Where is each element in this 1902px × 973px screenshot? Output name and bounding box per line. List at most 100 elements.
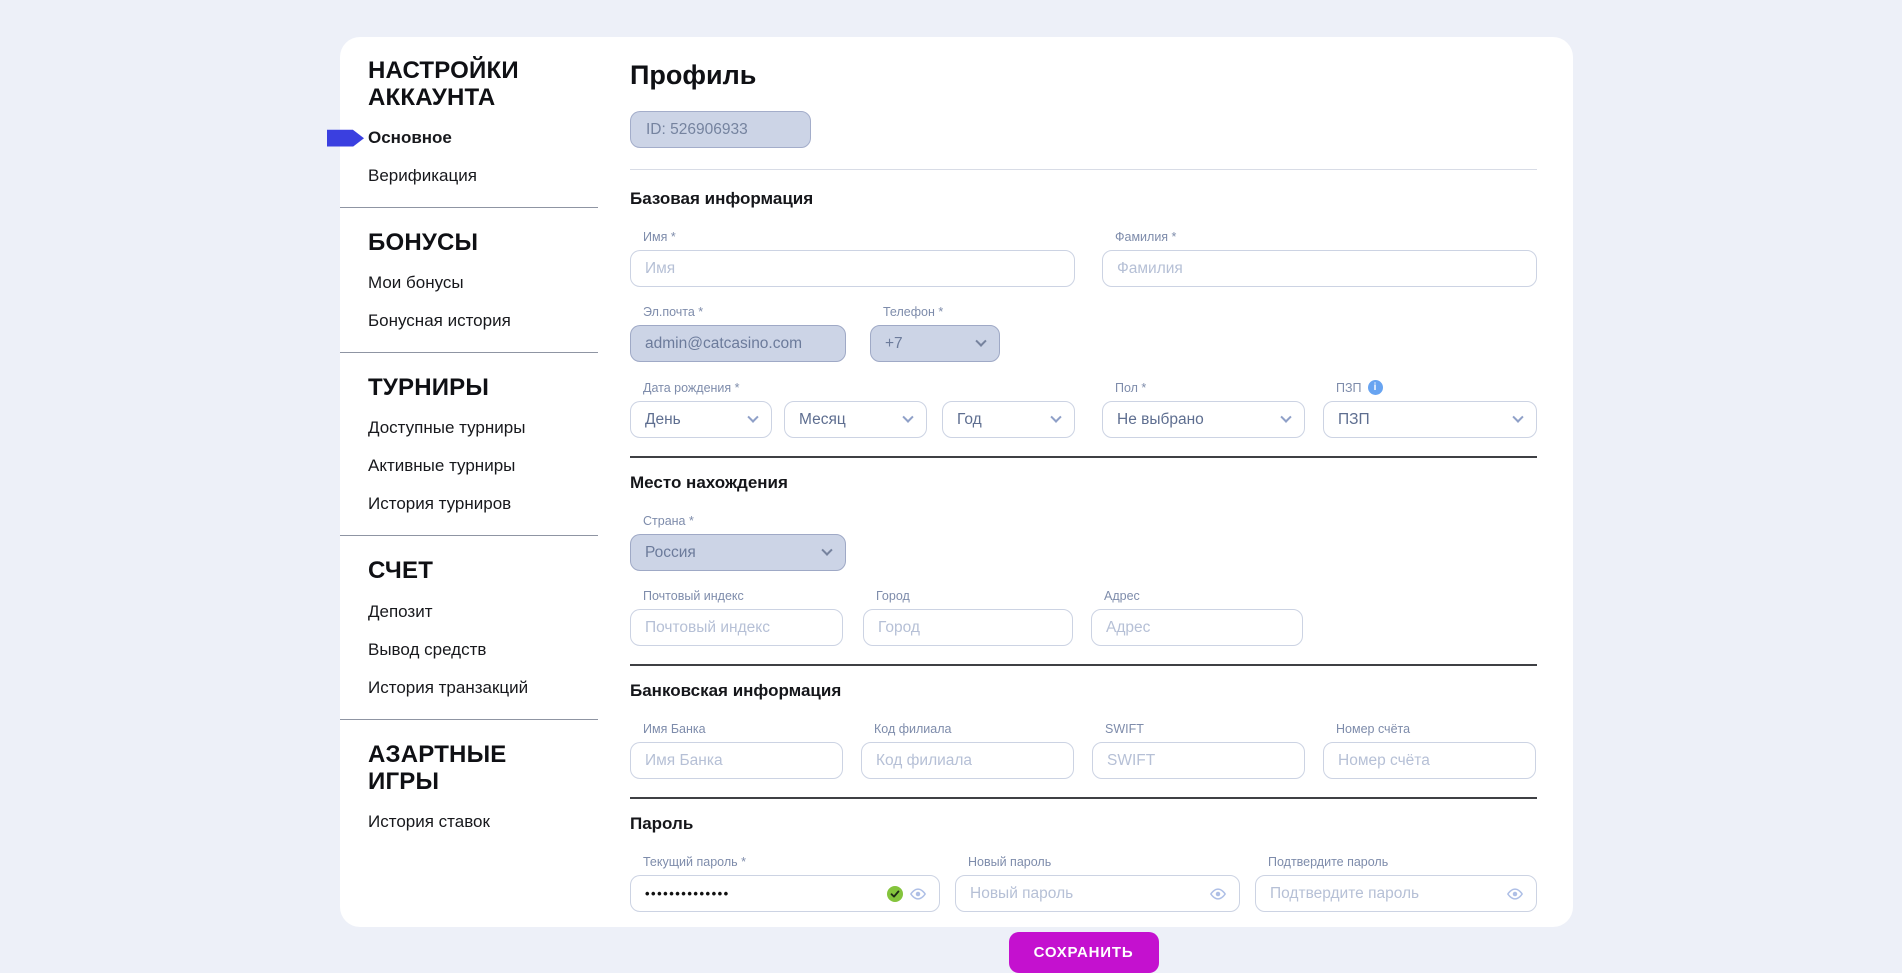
chevron-down-icon <box>902 411 913 422</box>
address-label: Адрес <box>1104 589 1303 603</box>
section-divider <box>630 797 1537 799</box>
sidebar-item-label: История ставок <box>368 812 490 831</box>
sidebar-item-bet-history[interactable]: История ставок <box>368 812 598 832</box>
location-heading: Место нахождения <box>630 473 1537 493</box>
first-name-input[interactable] <box>630 250 1075 287</box>
sidebar-group-title-account: СЧЕТ <box>368 557 578 584</box>
country-value: Россия <box>645 544 696 562</box>
sidebar-item-tournament-history[interactable]: История турниров <box>368 494 598 514</box>
gender-label: Пол * <box>1115 381 1305 395</box>
field-confirm-password: Подтвердите пароль <box>1255 855 1537 912</box>
save-button[interactable]: СОХРАНИТЬ <box>1009 932 1159 973</box>
sidebar-item-bonus-history[interactable]: Бонусная история <box>368 311 598 331</box>
section-divider <box>630 456 1537 458</box>
confirm-password-label: Подтвердите пароль <box>1268 855 1537 869</box>
new-password-label: Новый пароль <box>968 855 1240 869</box>
sidebar-item-label: Основное <box>368 128 452 147</box>
pzp-label: ПЗП i <box>1336 380 1537 395</box>
birth-year-select[interactable]: Год <box>942 401 1075 438</box>
account-number-label: Номер счёта <box>1336 722 1536 736</box>
bank-info-heading: Банковская информация <box>630 681 1537 701</box>
sidebar-divider <box>340 719 598 720</box>
phone-code-select[interactable]: +7 <box>870 325 1000 362</box>
last-name-input[interactable] <box>1102 250 1537 287</box>
sidebar-item-label: История турниров <box>368 494 511 513</box>
user-id-badge: ID: 526906933 <box>630 111 811 148</box>
first-name-label: Имя * <box>643 230 1075 244</box>
sidebar-item-label: История транзакций <box>368 678 528 697</box>
branch-code-input[interactable] <box>861 742 1074 779</box>
field-first-name: Имя * <box>630 230 1075 287</box>
address-input[interactable] <box>1091 609 1303 646</box>
chevron-down-icon <box>1512 411 1523 422</box>
eye-icon[interactable] <box>1209 887 1227 900</box>
chevron-down-icon <box>1280 411 1291 422</box>
country-label: Страна * <box>643 514 846 528</box>
confirm-password-input[interactable] <box>1255 875 1537 912</box>
sidebar: НАСТРОЙКИ АККАУНТА Основное Верификация … <box>340 37 598 927</box>
birth-year-value: Год <box>957 411 982 429</box>
sidebar-item-transaction-history[interactable]: История транзакций <box>368 678 598 698</box>
field-city: Город <box>863 589 1073 646</box>
sidebar-item-active-tournaments[interactable]: Активные турниры <box>368 456 598 476</box>
birth-month-select[interactable]: Месяц <box>784 401 927 438</box>
pzp-value: ПЗП <box>1338 411 1370 429</box>
sidebar-item-label: Вывод средств <box>368 640 486 659</box>
pzp-select[interactable]: ПЗП <box>1323 401 1537 438</box>
eye-icon[interactable] <box>909 887 927 900</box>
account-number-input[interactable] <box>1323 742 1536 779</box>
sidebar-group-title-bonuses: БОНУСЫ <box>368 229 578 256</box>
bank-name-label: Имя Банка <box>643 722 843 736</box>
sidebar-item-deposit[interactable]: Депозит <box>368 602 598 622</box>
field-swift: SWIFT <box>1092 722 1305 779</box>
account-settings-card: НАСТРОЙКИ АККАУНТА Основное Верификация … <box>340 37 1573 927</box>
info-icon[interactable]: i <box>1368 380 1383 395</box>
country-select[interactable]: Россия <box>630 534 846 571</box>
birth-date-label: Дата рождения * <box>643 381 1075 395</box>
sidebar-divider <box>340 535 598 536</box>
bank-name-input[interactable] <box>630 742 843 779</box>
field-branch-code: Код филиала <box>861 722 1074 779</box>
active-item-arrow-icon <box>327 130 364 147</box>
city-input[interactable] <box>863 609 1073 646</box>
chevron-down-icon <box>747 411 758 422</box>
field-account-number: Номер счёта <box>1323 722 1536 779</box>
birth-day-value: День <box>645 411 681 429</box>
swift-input[interactable] <box>1092 742 1305 779</box>
sidebar-group-title-account-settings: НАСТРОЙКИ АККАУНТА <box>368 57 578 111</box>
field-birth-date: Дата рождения * День Месяц Год <box>630 381 1075 438</box>
sidebar-item-available-tournaments[interactable]: Доступные турниры <box>368 418 598 438</box>
page-title: Профиль <box>630 60 1537 91</box>
new-password-input[interactable] <box>955 875 1240 912</box>
sidebar-item-withdrawal[interactable]: Вывод средств <box>368 640 598 660</box>
field-gender: Пол * Не выбрано <box>1102 381 1305 438</box>
zip-label: Почтовый индекс <box>643 589 843 603</box>
profile-content: Профиль ID: 526906933 Базовая информация… <box>630 37 1537 927</box>
sidebar-item-label: Бонусная история <box>368 311 511 330</box>
chevron-down-icon <box>821 544 832 555</box>
sidebar-item-label: Доступные турниры <box>368 418 525 437</box>
sidebar-item-label: Верификация <box>368 166 477 185</box>
field-address: Адрес <box>1091 589 1303 646</box>
field-email: Эл.почта * <box>630 305 846 362</box>
phone-label: Телефон * <box>883 305 1000 319</box>
zip-input[interactable] <box>630 609 843 646</box>
branch-code-label: Код филиала <box>874 722 1074 736</box>
password-heading: Пароль <box>630 814 1537 834</box>
birth-day-select[interactable]: День <box>630 401 772 438</box>
basic-info-heading: Базовая информация <box>630 189 1537 209</box>
eye-icon[interactable] <box>1506 887 1524 900</box>
gender-select[interactable]: Не выбрано <box>1102 401 1305 438</box>
last-name-label: Фамилия * <box>1115 230 1537 244</box>
sidebar-item-my-bonuses[interactable]: Мои бонусы <box>368 273 598 293</box>
section-divider <box>630 664 1537 666</box>
field-phone-code: Телефон * +7 <box>870 305 1000 362</box>
check-circle-icon <box>887 886 903 902</box>
field-pzp: ПЗП i ПЗП <box>1323 380 1537 438</box>
field-last-name: Фамилия * <box>1102 230 1537 287</box>
sidebar-item-verification[interactable]: Верификация <box>368 166 598 186</box>
sidebar-item-main[interactable]: Основное <box>368 128 598 148</box>
sidebar-group-title-tournaments: ТУРНИРЫ <box>368 374 578 401</box>
city-label: Город <box>876 589 1073 603</box>
sidebar-divider <box>340 352 598 353</box>
